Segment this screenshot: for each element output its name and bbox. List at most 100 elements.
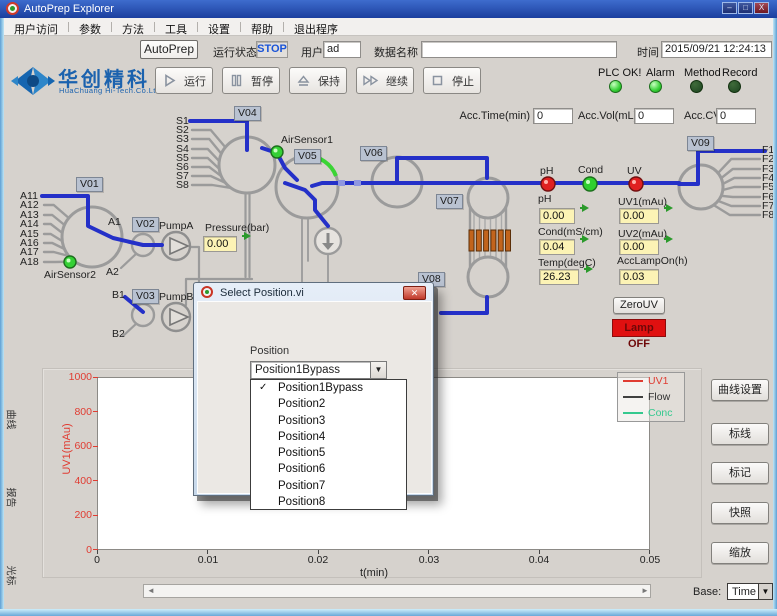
zoom-button[interactable]: 缩放 <box>711 542 769 564</box>
window-border-left <box>0 18 4 610</box>
chevron-down-icon[interactable]: ▼ <box>758 584 772 599</box>
pump-b-label: PumpB <box>159 291 193 303</box>
select-position-dialog: Select Position.vi ✕ Position Position1B… <box>193 282 434 496</box>
port-a2: A2 <box>106 266 119 278</box>
valve-v02[interactable]: V02 <box>132 217 159 232</box>
uv2-readout-value: 0.00 <box>619 239 659 255</box>
window-titlebar[interactable]: AutoPrep Explorer – □ X <box>0 0 777 18</box>
scroll-left-icon[interactable]: ◄ <box>147 586 155 595</box>
ph-readout-label: pH <box>538 193 551 205</box>
valve-v06[interactable]: V06 <box>360 146 387 161</box>
port-a18: A18 <box>20 256 39 268</box>
uv1-indicator-icon <box>666 204 673 212</box>
ph-indicator-icon <box>582 204 589 212</box>
curve-settings-button[interactable]: 曲线设置 <box>711 379 769 401</box>
y-tick: 200 <box>58 509 92 521</box>
close-button[interactable]: X <box>754 2 769 14</box>
ph-sensor-label: pH <box>540 165 553 177</box>
dialog-close-button[interactable]: ✕ <box>403 286 426 300</box>
y-tick: 1000 <box>58 371 92 383</box>
option-position4[interactable]: Position4 <box>251 429 406 445</box>
port-a1: A1 <box>108 216 121 228</box>
base-select[interactable]: Time ▼ <box>727 583 773 600</box>
uv-sensor-label: UV <box>627 165 642 177</box>
pressure-indicator-icon <box>244 232 251 240</box>
autoprep-window: { "window": { "title": "AutoPrep Explore… <box>0 0 777 616</box>
side-label-cursor: 光标 <box>4 564 20 598</box>
lamp-off-button[interactable]: Lamp OFF <box>612 319 666 337</box>
position-select[interactable]: Position1Bypass ▼ <box>250 361 387 379</box>
pump-a-label: PumpA <box>159 220 193 232</box>
dialog-titlebar[interactable]: Select Position.vi ✕ <box>197 285 432 301</box>
minimize-button[interactable]: – <box>722 2 737 14</box>
valve-v04[interactable]: V04 <box>234 106 261 121</box>
ph-readout-value: 0.00 <box>539 208 575 224</box>
x-axis-label: t(min) <box>334 567 414 579</box>
y-tick: 600 <box>58 440 92 452</box>
valve-v07[interactable]: V07 <box>436 194 463 209</box>
position-option-list: ✓Position1Bypass Position2 Position3 Pos… <box>250 379 407 510</box>
position-field-label: Position <box>250 345 289 357</box>
scroll-right-icon[interactable]: ► <box>641 586 649 595</box>
legend-flow[interactable]: Flow <box>618 389 684 405</box>
chart-scrollbar[interactable] <box>143 584 651 598</box>
airsensor1-label: AirSensor1 <box>281 134 333 146</box>
base-label: Base: <box>693 586 721 598</box>
x-tick: 0 <box>79 554 115 566</box>
pressure-label: Pressure(bar) <box>205 222 269 234</box>
option-position1bypass[interactable]: ✓Position1Bypass <box>251 380 406 396</box>
x-tick: 0.01 <box>190 554 226 566</box>
option-position2[interactable]: Position2 <box>251 396 406 412</box>
valve-v09[interactable]: V09 <box>687 136 714 151</box>
pressure-value: 0.00 <box>203 236 237 252</box>
app-icon <box>6 2 19 15</box>
side-label-report: 报告 <box>4 486 20 520</box>
chart-legend: UV1 Flow Conc <box>617 372 685 422</box>
valve-v01[interactable]: V01 <box>76 177 103 192</box>
chevron-down-icon[interactable]: ▼ <box>370 362 386 378</box>
snapshot-button[interactable]: 快照 <box>711 502 769 524</box>
maximize-button[interactable]: □ <box>738 2 753 14</box>
cond-readout-label: Cond(mS/cm) <box>538 226 603 238</box>
dialog-title: Select Position.vi <box>220 287 304 299</box>
acclamp-readout-label: AccLampOn(h) <box>617 255 688 267</box>
window-border-right <box>773 18 777 610</box>
temp-indicator-icon <box>586 265 593 273</box>
window-border-bottom <box>0 609 777 616</box>
option-position6[interactable]: Position6 <box>251 461 406 477</box>
x-tick: 0.03 <box>411 554 447 566</box>
option-position8[interactable]: Position8 <box>251 494 406 510</box>
x-tick: 0.05 <box>632 554 668 566</box>
option-position7[interactable]: Position7 <box>251 478 406 494</box>
x-tick: 0.02 <box>300 554 336 566</box>
port-s8: S8 <box>176 179 189 191</box>
y-tick: 400 <box>58 475 92 487</box>
window-title: AutoPrep Explorer <box>24 3 114 15</box>
port-b1: B1 <box>112 289 125 301</box>
zero-uv-button[interactable]: ZeroUV <box>613 297 665 314</box>
uv1-readout-value: 0.00 <box>619 208 659 224</box>
uv2-indicator-icon <box>666 235 673 243</box>
cond-readout-value: 0.04 <box>539 239 575 255</box>
legend-conc[interactable]: Conc <box>618 405 684 421</box>
marker-line-button[interactable]: 标线 <box>711 423 769 445</box>
legend-uv1[interactable]: UV1 <box>618 373 684 389</box>
option-position5[interactable]: Position5 <box>251 445 406 461</box>
airsensor2-label: AirSensor2 <box>44 269 96 281</box>
side-label-curve: 曲线 <box>4 408 20 442</box>
uv1-readout-label: UV1(mAu) <box>618 196 667 208</box>
x-tick: 0.04 <box>521 554 557 566</box>
acclamp-readout-value: 0.03 <box>619 269 659 285</box>
column-beads <box>469 230 511 251</box>
check-icon: ✓ <box>259 380 267 396</box>
mark-button[interactable]: 标记 <box>711 462 769 484</box>
valve-v05[interactable]: V05 <box>294 149 321 164</box>
temp-readout-value: 26.23 <box>539 269 579 285</box>
cond-sensor-label: Cond <box>578 164 603 176</box>
valve-v03[interactable]: V03 <box>132 289 159 304</box>
option-position3[interactable]: Position3 <box>251 413 406 429</box>
cond-indicator-icon <box>582 235 589 243</box>
port-b2: B2 <box>112 328 125 340</box>
y-tick: 800 <box>58 406 92 418</box>
vi-icon <box>201 286 213 298</box>
